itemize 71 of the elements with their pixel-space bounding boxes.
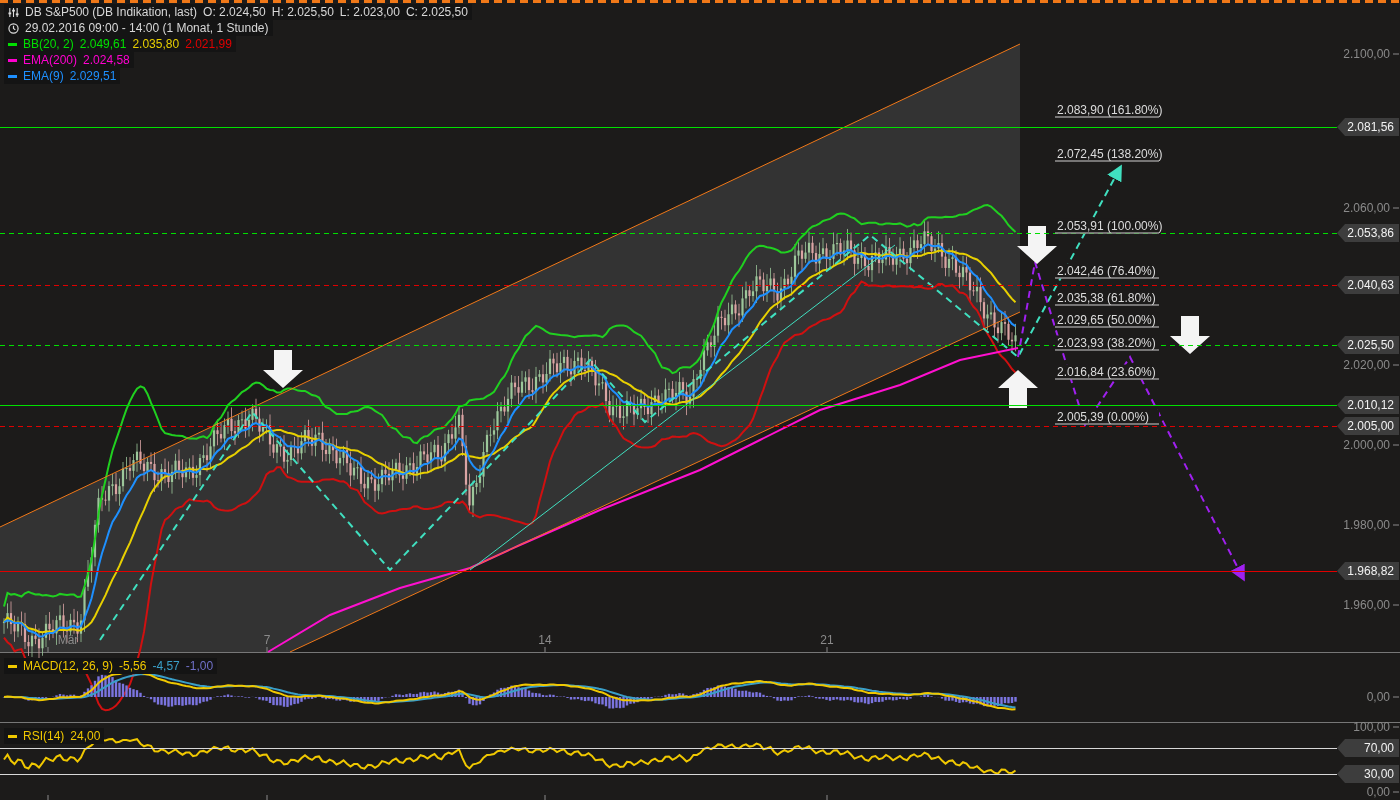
date-axis-label: 7 <box>263 633 271 647</box>
axis-tick <box>1393 726 1399 728</box>
rsi-level-tag: 70,00 <box>1337 739 1399 757</box>
axis-tick <box>544 795 546 800</box>
axis-tick <box>1393 604 1399 606</box>
indicator-name: EMA(200) <box>23 53 78 67</box>
ohlc-value: H: 2.025,50 <box>271 5 334 19</box>
price-tag: 1.968,82 <box>1337 562 1399 580</box>
ohlc-value: L: 2.023,00 <box>339 5 400 19</box>
price-tag: 2.040,63 <box>1337 276 1399 294</box>
axis-tick <box>1393 207 1399 209</box>
down-arrow <box>1170 316 1210 354</box>
axis-tick <box>1393 696 1399 698</box>
price-tag: 2.005,00 <box>1337 417 1399 435</box>
indicator-value: -4,57 <box>152 659 180 673</box>
fibonacci-label: 2.035,38 (61.80%) <box>1055 290 1159 306</box>
rsi-axis-label: 0,00 <box>1366 785 1390 799</box>
indicator-value: -1,00 <box>185 659 214 673</box>
up-arrow <box>998 370 1038 408</box>
indicator-name: EMA(9) <box>23 69 64 83</box>
fibonacci-label: 2.005,39 (0.00%) <box>1055 409 1159 425</box>
axis-tick <box>266 647 268 652</box>
axis-tick <box>826 647 828 652</box>
price-axis-label: 1.980,00 <box>1343 518 1390 532</box>
price-tag: 2.053,86 <box>1337 224 1399 242</box>
axis-tick <box>544 647 546 652</box>
axis-tick <box>826 795 828 800</box>
indicator-value: 2.021,99 <box>185 37 232 51</box>
axis-tick <box>47 647 49 652</box>
price-axis-label: 2.100,00 <box>1343 47 1390 61</box>
ohlc-value: C: 2.025,50 <box>405 5 468 19</box>
ohlc-value: O: 2.024,50 <box>203 5 266 19</box>
clock-icon <box>8 22 19 34</box>
rsi-axis-label: 100,00 <box>1353 720 1390 734</box>
price-tag: 2.025,50 <box>1337 336 1399 354</box>
indicator-value: 2.029,51 <box>69 69 117 83</box>
price-tag: 2.010,12 <box>1337 396 1399 414</box>
fibonacci-label: 2.029,65 (50.00%) <box>1055 312 1159 328</box>
price-axis-label: 2.020,00 <box>1343 358 1390 372</box>
macd-axis-label: 0,00 <box>1366 690 1390 704</box>
fibonacci-label: 2.016,84 (23.60%) <box>1055 364 1159 380</box>
date-axis-label: 21 <box>820 633 834 647</box>
price-axis-label: 2.060,00 <box>1343 201 1390 215</box>
axis-tick <box>1393 791 1399 793</box>
axis-tick <box>1393 364 1399 366</box>
axis-tick <box>266 795 268 800</box>
down-arrow <box>263 350 303 388</box>
axis-tick <box>1393 524 1399 526</box>
indicator-value: -5,56 <box>119 659 147 673</box>
date-axis-label: 14 <box>538 633 552 647</box>
date-axis-label: Mär <box>57 633 79 647</box>
indicator-name: RSI(14) <box>23 729 65 743</box>
indicator-value: 2.035,80 <box>132 37 180 51</box>
legend-title: DB S&P500 (DB Indikation, last) <box>25 5 198 19</box>
fibonacci-label: 2.042,46 (76.40%) <box>1055 263 1159 279</box>
axis-tick <box>47 795 49 800</box>
period-text: 29.02.2016 09:00 - 14:00 (1 Monat, 1 Stunde) <box>25 21 269 35</box>
price-axis-label: 2.000,00 <box>1343 438 1390 452</box>
rsi-level-tag: 30,00 <box>1337 765 1399 783</box>
axis-tick <box>1393 53 1399 55</box>
indicator-name: BB(20, 2) <box>23 37 74 51</box>
indicator-settings-icon[interactable] <box>8 6 19 18</box>
indicator-value: 24,00 <box>70 729 101 743</box>
indicator-name: MACD(12, 26, 9) <box>23 659 114 673</box>
down-arrow <box>1017 226 1057 264</box>
fibonacci-label: 2.023,93 (38.20%) <box>1055 335 1159 351</box>
price-tag: 2.081,56 <box>1337 118 1399 136</box>
indicator-value: 2.049,61 <box>79 37 127 51</box>
axis-tick <box>1393 444 1399 446</box>
indicator-value: 2.024,58 <box>83 53 130 67</box>
price-axis-label: 1.960,00 <box>1343 598 1390 612</box>
